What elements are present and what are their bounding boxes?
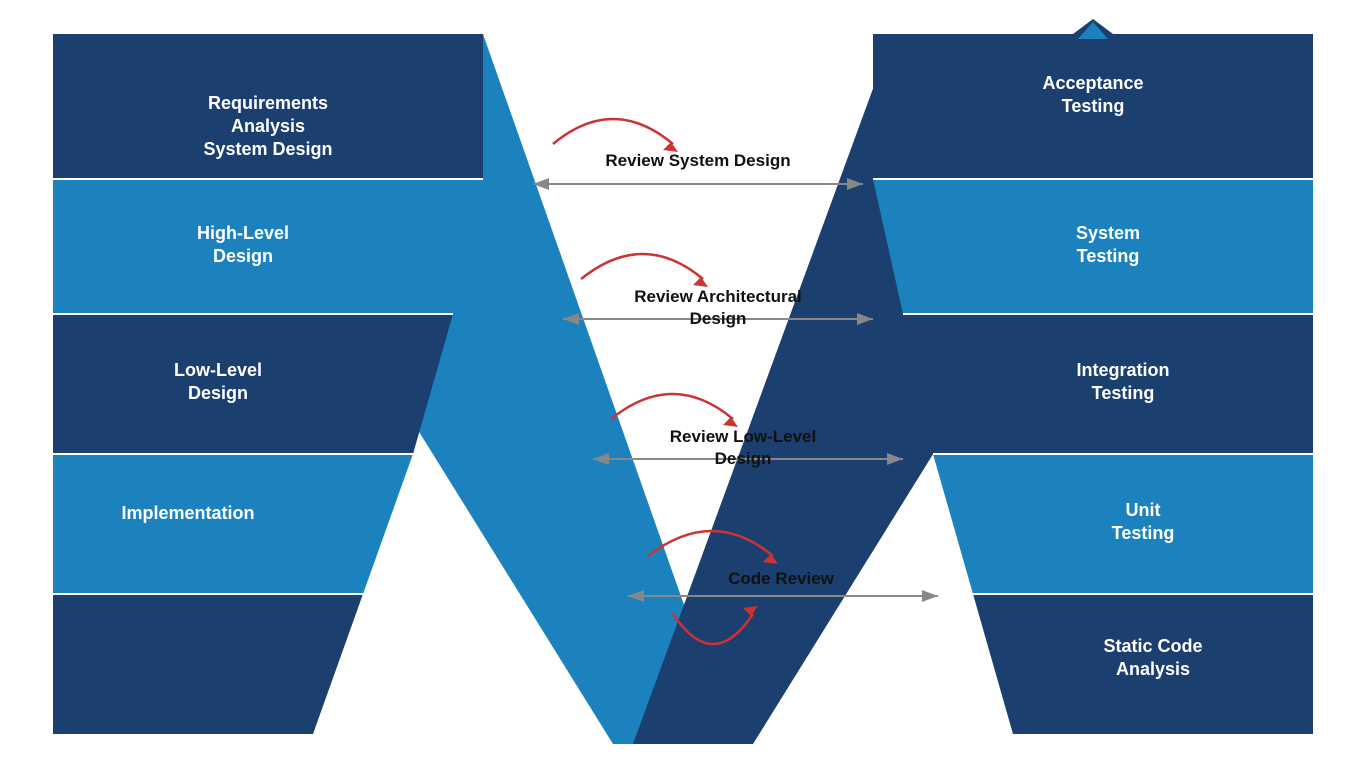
loop-0 (553, 119, 673, 144)
loop-arrow-1 (693, 277, 708, 287)
center-label-3: Code Review (728, 569, 835, 588)
center-label-2: Review Low-Level (670, 427, 816, 446)
right-label-1b: Testing (1077, 246, 1140, 266)
right-label-2b: Testing (1092, 383, 1155, 403)
right-label-0b: Testing (1062, 96, 1125, 116)
left-label-0b: Analysis (231, 116, 305, 136)
right-label-1: System (1076, 223, 1140, 243)
left-label-0c: System Design (203, 139, 332, 159)
left-label-0: Requirements (208, 93, 328, 113)
loop-2 (611, 394, 733, 419)
center-label-1: Review Architectural (634, 287, 802, 306)
center-label-0: Review System Design (605, 151, 790, 170)
right-label-3b: Testing (1112, 523, 1175, 543)
left-label-1: High-Level (197, 223, 289, 243)
left-s2-bg (53, 314, 453, 454)
v-model-diagram: Requirements Analysis System Design High… (33, 14, 1333, 754)
loop-arrow-2 (723, 417, 738, 427)
right-label-2: Integration (1077, 360, 1170, 380)
center-label-1b: Design (690, 309, 747, 328)
left-bottom-bg (53, 594, 363, 734)
left-label-2: Low-Level (174, 360, 262, 380)
right-label-4b: Analysis (1116, 659, 1190, 679)
right-label-0: Acceptance (1042, 73, 1143, 93)
left-s3-bg (53, 454, 413, 594)
right-label-4: Static Code (1103, 636, 1202, 656)
left-label-2b: Design (188, 383, 248, 403)
left-label-3: Implementation (121, 503, 254, 523)
right-label-3: Unit (1126, 500, 1161, 520)
left-label-1b: Design (213, 246, 273, 266)
center-label-2b: Design (715, 449, 772, 468)
loop-1 (581, 254, 703, 279)
